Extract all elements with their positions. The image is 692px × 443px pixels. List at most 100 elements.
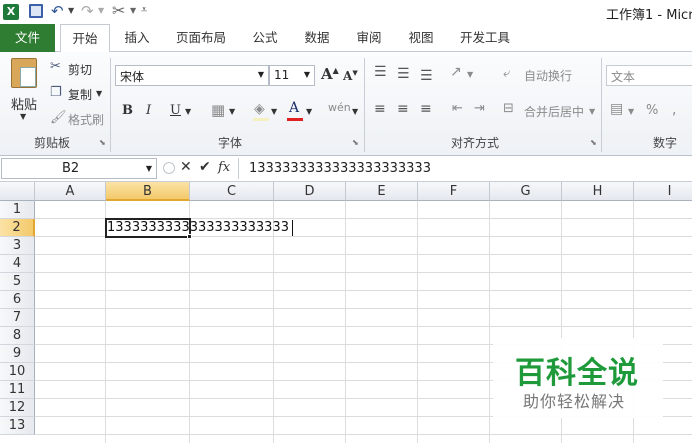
- row-header-12[interactable]: 12: [0, 399, 35, 417]
- align-top-icon[interactable]: ☰: [374, 64, 387, 80]
- bold-button[interactable]: B: [122, 103, 133, 118]
- excel-logo-icon[interactable]: X: [3, 4, 19, 20]
- font-family-select[interactable]: 宋体 ▼: [115, 65, 269, 86]
- font-size-dropdown-icon[interactable]: ▼: [304, 70, 310, 79]
- redo-dropdown-icon[interactable]: ▼: [98, 6, 104, 15]
- column-header-b[interactable]: B: [106, 182, 190, 201]
- tab-view[interactable]: 视图: [398, 24, 444, 52]
- tab-home[interactable]: 开始: [60, 24, 110, 53]
- paste-dropdown-icon[interactable]: ▼: [20, 112, 26, 121]
- tab-insert[interactable]: 插入: [114, 24, 160, 52]
- copy-icon[interactable]: ❐: [50, 85, 62, 100]
- grow-font-icon[interactable]: A▲: [321, 65, 339, 83]
- number-format-select[interactable]: 文本: [606, 65, 692, 86]
- tools-dropdown-icon[interactable]: ▼: [130, 6, 136, 15]
- italic-button[interactable]: I: [146, 103, 151, 118]
- align-left-icon[interactable]: ≡: [374, 101, 386, 117]
- row-header-8[interactable]: 8: [0, 327, 35, 345]
- row-header-2[interactable]: 2: [0, 219, 35, 237]
- name-box[interactable]: B2 ▼: [1, 158, 157, 179]
- row-header-11[interactable]: 11: [0, 381, 35, 399]
- row-header-10[interactable]: 10: [0, 363, 35, 381]
- align-middle-icon[interactable]: ☰: [397, 66, 410, 82]
- resize-handle-icon[interactable]: [163, 162, 175, 174]
- save-icon[interactable]: [29, 4, 43, 18]
- accounting-format-icon[interactable]: ▤: [610, 101, 623, 117]
- row-header-6[interactable]: 6: [0, 291, 35, 309]
- tools-icon[interactable]: ✂: [112, 1, 125, 20]
- cancel-entry-icon[interactable]: ✕: [180, 159, 192, 175]
- column-header-c[interactable]: C: [190, 182, 274, 201]
- row-header-1[interactable]: 1: [0, 201, 35, 219]
- font-color-dropdown-icon[interactable]: ▼: [306, 107, 312, 116]
- formula-input[interactable]: 1333333333333333333333: [238, 158, 692, 179]
- row-header-9[interactable]: 9: [0, 345, 35, 363]
- fill-color-icon[interactable]: ◈: [254, 101, 265, 117]
- orientation-dropdown-icon[interactable]: ▼: [467, 70, 473, 79]
- align-center-icon[interactable]: ≡: [397, 101, 409, 117]
- tab-developer[interactable]: 开发工具: [452, 24, 518, 52]
- column-header-e[interactable]: E: [346, 182, 418, 201]
- clipboard-launcher-icon[interactable]: ⬊: [99, 138, 106, 147]
- row-header-4[interactable]: 4: [0, 255, 35, 273]
- tab-data[interactable]: 数据: [294, 24, 340, 52]
- borders-icon[interactable]: ▦: [211, 101, 225, 119]
- accounting-dropdown-icon[interactable]: ▼: [628, 107, 634, 116]
- column-header-f[interactable]: F: [418, 182, 490, 201]
- percent-style-icon[interactable]: %: [646, 103, 658, 118]
- comma-style-icon[interactable]: ,: [672, 102, 676, 118]
- row-header-7[interactable]: 7: [0, 309, 35, 327]
- customize-toolbar-icon[interactable]: ⩡: [141, 3, 147, 17]
- merge-center-icon[interactable]: ⊟: [503, 101, 514, 116]
- phonetic-icon[interactable]: wén: [328, 101, 351, 114]
- format-painter-icon[interactable]: 🖌: [50, 110, 67, 125]
- align-bottom-icon[interactable]: ☰: [420, 68, 433, 84]
- row-header-5[interactable]: 5: [0, 273, 35, 291]
- font-family-dropdown-icon[interactable]: ▼: [258, 70, 264, 79]
- shrink-font-icon[interactable]: A▼: [343, 68, 358, 83]
- cut-button[interactable]: 剪切: [68, 61, 92, 78]
- merge-center-button[interactable]: 合并后居中: [524, 103, 584, 120]
- tab-page-layout[interactable]: 页面布局: [168, 24, 234, 52]
- column-header-g[interactable]: G: [490, 182, 562, 201]
- divider: [110, 58, 111, 152]
- select-all-corner[interactable]: [0, 182, 35, 201]
- confirm-entry-icon[interactable]: ✔: [199, 159, 211, 175]
- copy-button[interactable]: 复制: [68, 86, 92, 103]
- tab-formulas[interactable]: 公式: [242, 24, 288, 52]
- borders-dropdown-icon[interactable]: ▼: [229, 107, 235, 116]
- format-painter-button[interactable]: 格式刷: [68, 111, 104, 128]
- tab-review[interactable]: 审阅: [346, 24, 392, 52]
- underline-dropdown-icon[interactable]: ▼: [185, 107, 191, 116]
- column-header-a[interactable]: A: [35, 182, 106, 201]
- row-header-3[interactable]: 3: [0, 237, 35, 255]
- tab-file[interactable]: 文件: [0, 24, 55, 52]
- phonetic-dropdown-icon[interactable]: ▼: [352, 107, 358, 116]
- column-header-i[interactable]: I: [634, 182, 692, 201]
- paste-icon[interactable]: [11, 58, 37, 88]
- orientation-icon[interactable]: ↗: [450, 64, 462, 80]
- row-header-13[interactable]: 13: [0, 417, 35, 435]
- font-size-select[interactable]: 11 ▼: [269, 65, 315, 86]
- insert-function-icon[interactable]: fx: [218, 160, 230, 175]
- copy-dropdown-icon[interactable]: ▼: [96, 89, 102, 98]
- paste-button[interactable]: 粘贴: [11, 94, 37, 113]
- name-box-dropdown-icon[interactable]: ▼: [146, 164, 152, 173]
- increase-indent-icon[interactable]: ⇥: [474, 101, 485, 116]
- cut-icon[interactable]: ✂: [50, 59, 61, 74]
- font-color-icon[interactable]: A: [289, 100, 299, 116]
- font-launcher-icon[interactable]: ⬊: [352, 138, 359, 147]
- column-header-d[interactable]: D: [274, 182, 346, 201]
- undo-icon[interactable]: ↶: [51, 2, 64, 20]
- redo-icon[interactable]: ↷: [81, 2, 94, 20]
- align-right-icon[interactable]: ≡: [420, 101, 432, 117]
- underline-button[interactable]: U: [170, 103, 181, 118]
- wrap-text-button[interactable]: 自动换行: [524, 67, 572, 84]
- undo-dropdown-icon[interactable]: ▼: [68, 6, 74, 15]
- decrease-indent-icon[interactable]: ⇤: [452, 101, 463, 116]
- wrap-text-icon[interactable]: ⤶: [503, 66, 510, 81]
- column-header-h[interactable]: H: [562, 182, 634, 201]
- fill-color-dropdown-icon[interactable]: ▼: [271, 107, 277, 116]
- alignment-launcher-icon[interactable]: ⬊: [590, 138, 597, 147]
- merge-dropdown-icon[interactable]: ▼: [589, 107, 595, 116]
